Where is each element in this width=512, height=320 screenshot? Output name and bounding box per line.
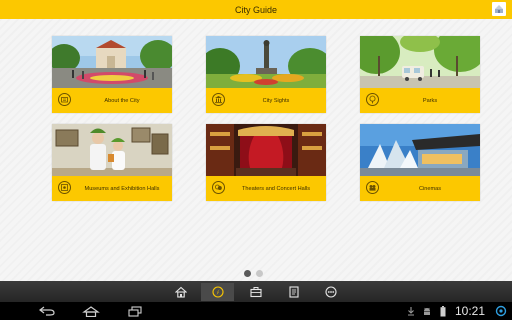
app-title: City Guide [234,4,278,15]
tile-photo-theaters [206,124,326,176]
tile-museums-and-exhibition-halls[interactable]: Museums and Exhibition Halls [52,124,172,201]
city-logo-icon[interactable] [492,2,506,16]
tree-icon [366,93,379,106]
compass-icon [211,286,224,298]
sync-indicator [494,304,508,318]
notes-button[interactable] [277,283,310,301]
tile-label: City Sights [262,97,290,104]
tile-label: Cinemas [418,185,442,192]
more-button[interactable] [314,283,347,301]
home-icon [174,286,187,298]
battery-indicator [438,305,448,317]
tile-photo-museums [52,124,172,176]
download-notification[interactable] [406,305,416,317]
home-button[interactable] [164,283,197,301]
info-icon [58,93,71,106]
android-notification[interactable] [421,305,433,317]
more-icon [324,286,337,298]
app-header: City Guide [0,0,512,19]
recent-apps-button[interactable] [124,305,146,317]
tile-label: Museums and Exhibition Halls [84,185,160,192]
android-icon [424,307,430,315]
clock[interactable]: 10:21 [455,303,485,320]
guide-button[interactable] [201,283,234,301]
tile-label: About the City [104,97,140,104]
notes-icon [288,286,299,298]
tile-photo-city-sights [206,36,326,88]
system-home-button[interactable] [80,305,102,317]
download-icon [408,307,414,316]
tile-label: Parks [422,97,438,104]
system-home-icon [82,305,100,317]
services-button[interactable] [239,283,272,301]
back-icon [39,306,55,316]
page-indicator[interactable] [256,270,263,277]
tile-about-the-city[interactable]: About the City [52,36,172,113]
app-navigation-bar [0,281,512,302]
tile-label: Theaters and Concert Halls [241,185,311,192]
film-icon [366,181,379,194]
system-navigation-bar: 10:21 [0,302,512,320]
tile-parks[interactable]: Parks [360,36,480,113]
landmark-icon [212,93,225,106]
battery-icon [440,305,446,316]
back-button[interactable] [36,305,58,317]
tile-city-sights[interactable]: City Sights [206,36,326,113]
museum-icon [58,181,71,194]
page-indicator-active[interactable] [244,270,251,277]
tile-theaters-and-concert-halls[interactable]: Theaters and Concert Halls [206,124,326,201]
tile-photo-cinemas [360,124,480,176]
tile-photo-parks [360,36,480,88]
masks-icon [212,181,225,194]
briefcase-icon [249,287,262,298]
recent-apps-icon [128,305,142,317]
menu-grid: About the City City Sights Parks Museums… [0,19,512,281]
tile-photo-about-the-city [52,36,172,88]
sync-icon [495,305,507,317]
tile-cinemas[interactable]: Cinemas [360,124,480,201]
